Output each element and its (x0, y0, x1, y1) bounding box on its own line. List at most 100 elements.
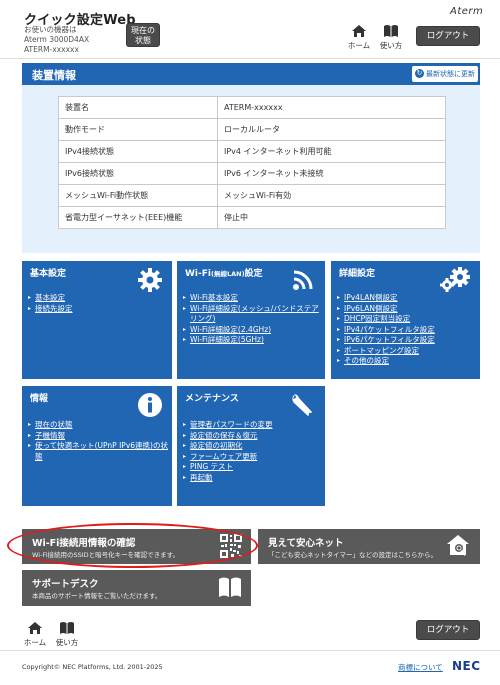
basic-settings-links: 基本設定 接続先設定 (28, 293, 73, 315)
refresh-icon: ↻ (415, 69, 424, 78)
status-button-line-1: 現在の (131, 26, 155, 35)
table-row: IPv6接続状態 IPv6 インターネット未接続 (58, 162, 446, 185)
link-ipv6-lan[interactable]: IPv6LAN側設定 (337, 304, 435, 315)
maintenance-tile: メンテナンス 管理者パスワードの変更 設定値の保存＆復元 設定値の初期化 ファー… (177, 386, 325, 506)
link-basic-settings[interactable]: 基本設定 (28, 293, 73, 304)
footer-home-button[interactable]: ホーム (20, 621, 50, 648)
row-value: 停止中 (217, 206, 446, 229)
current-status-button[interactable]: 現在の 状態 (126, 23, 160, 47)
safe-net-tile[interactable]: 見えて安心ネット 「こども安心ネットタイマー」などの設定はこちらから。 (258, 529, 480, 564)
support-desk-tile[interactable]: サポートデスク 本商品のサポート情報をご覧いただけます。 (22, 570, 251, 606)
link-upnp-status[interactable]: 使って快適ネット(UPnP IPv6連携)の状態 (28, 441, 169, 462)
table-row: メッシュWi-Fi動作状態 メッシュWi-Fi有効 (58, 184, 446, 207)
link-ping-test[interactable]: PING テスト (183, 462, 273, 473)
table-row: 省電力型イーサネット(EEE)機能 停止中 (58, 206, 446, 229)
row-key: メッシュWi-Fi動作状態 (58, 184, 218, 207)
footer-divider (0, 650, 500, 651)
link-reboot[interactable]: 再起動 (183, 473, 273, 484)
table-row: 装置名 ATERM-xxxxxx (58, 96, 446, 119)
house-search-icon (446, 533, 472, 562)
safe-net-subtitle: 「こども安心ネットタイマー」などの設定はこちらから。 (268, 551, 437, 559)
row-key: 装置名 (58, 96, 218, 119)
link-wifi-basic[interactable]: Wi-Fi基本設定 (183, 293, 322, 304)
link-client-info[interactable]: 子機情報 (28, 431, 169, 442)
link-firmware-update[interactable]: ファームウェア更新 (183, 452, 273, 463)
aterm-logo: Aterm (450, 6, 484, 17)
refresh-label: 最新状態に更新 (426, 70, 475, 78)
advanced-settings-links: IPv4LAN側設定 IPv6LAN側設定 DHCP固定割当設定 IPv4パケッ… (337, 293, 435, 367)
wifi-title-suffix: 設定 (244, 269, 263, 279)
home-icon (352, 25, 366, 37)
link-admin-password[interactable]: 管理者パスワードの変更 (183, 420, 272, 431)
wifi-title-main: Wi-Fi (185, 269, 211, 279)
basic-settings-title: 基本設定 (30, 269, 67, 279)
trademark-link[interactable]: 商標について (398, 662, 443, 673)
help-label: 使い方 (379, 41, 403, 50)
status-button-line-2: 状態 (135, 36, 151, 45)
gears-icon (439, 267, 471, 296)
link-ipv4-filter[interactable]: IPv4パケットフィルタ設定 (337, 325, 435, 336)
row-value: メッシュWi-Fi有効 (217, 184, 446, 207)
home-button[interactable]: ホーム (344, 24, 374, 51)
link-ipv6-filter[interactable]: IPv6パケットフィルタ設定 (337, 335, 435, 346)
home-label: ホーム (347, 41, 371, 50)
book-icon (384, 25, 398, 37)
model-line-3: ATERM-xxxxxx (24, 45, 79, 54)
info-title: 情報 (30, 394, 49, 404)
row-key: 省電力型イーサネット(EEE)機能 (58, 206, 218, 229)
row-value: ローカルルータ (217, 118, 446, 141)
link-wifi-24ghz[interactable]: Wi-Fi詳細設定(2.4GHz) (183, 325, 322, 336)
device-info-table: 装置名 ATERM-xxxxxx 動作モード ローカルルータ IPv4接続状態 IPv… (58, 96, 446, 229)
table-row: IPv4接続状態 IPv4 インターネット利用可能 (58, 140, 446, 163)
device-info-panel: 装置情報 ↻ 最新状態に更新 装置名 ATERM-xxxxxx 動作モード ローカル… (22, 63, 480, 253)
link-save-restore[interactable]: 設定値の保存＆復元 (183, 431, 273, 442)
wifi-title-small: (無線LAN) (210, 270, 245, 278)
footer-help-label: 使い方 (55, 638, 79, 647)
link-wifi-mesh[interactable]: Wi-Fi詳細設定(メッシュ/バンドステアリング) (183, 304, 322, 325)
footer-home-label: ホーム (23, 638, 47, 647)
book-icon (217, 574, 243, 603)
info-icon (137, 392, 163, 421)
nec-logo: NEC (452, 659, 481, 673)
advanced-settings-tile: 詳細設定 IPv4LAN側設定 IPv6LAN側設定 DHCP固定割当設定 IP… (331, 261, 480, 379)
table-row: 動作モード ローカルルータ (58, 118, 446, 141)
link-current-status[interactable]: 現在の状態 (28, 420, 169, 431)
footer-logout-button[interactable]: ログアウト (416, 620, 480, 640)
gear-icon (137, 267, 163, 296)
row-value: IPv6 インターネット未接続 (217, 162, 446, 185)
model-info: お使いの機器は Aterm 3000D4AX ATERM-xxxxxx (24, 25, 89, 55)
refresh-button[interactable]: ↻ 最新状態に更新 (412, 66, 478, 82)
link-ipv4-lan[interactable]: IPv4LAN側設定 (337, 293, 435, 304)
support-desk-subtitle: 本商品のサポート情報をご覧いただけます。 (32, 592, 162, 600)
safe-net-title: 見えて安心ネット (268, 538, 344, 549)
row-value: IPv4 インターネット利用可能 (217, 140, 446, 163)
help-button[interactable]: 使い方 (376, 24, 406, 51)
advanced-settings-title: 詳細設定 (339, 269, 376, 279)
footer-help-button[interactable]: 使い方 (52, 621, 82, 648)
row-key: 動作モード (58, 118, 218, 141)
support-desk-title: サポートデスク (32, 579, 99, 590)
wifi-settings-tile: Wi-Fi(無線LAN)設定 Wi-Fi基本設定 Wi-Fi詳細設定(メッシュ/… (177, 261, 325, 379)
device-info-bar: 装置情報 ↻ 最新状態に更新 (22, 63, 480, 85)
logout-button[interactable]: ログアウト (416, 26, 480, 46)
wifi-settings-links: Wi-Fi基本設定 Wi-Fi詳細設定(メッシュ/バンドステアリング) Wi-F… (183, 293, 322, 346)
basic-settings-tile: 基本設定 基本設定 接続先設定 (22, 261, 172, 379)
wrench-icon (290, 392, 316, 421)
wifi-icon (292, 267, 316, 294)
link-port-mapping[interactable]: ポートマッピング設定 (337, 346, 435, 357)
info-tile: 情報 現在の状態 子機情報 使って快適ネット(UPnP IPv6連携)の状態 (22, 386, 172, 506)
model-line-1: お使いの機器は (24, 25, 77, 34)
header: クイック設定Web お使いの機器は Aterm 3000D4AX ATERM-x… (0, 0, 500, 59)
maintenance-title: メンテナンス (185, 394, 239, 404)
link-wifi-5ghz[interactable]: Wi-Fi詳細設定(5GHz) (183, 335, 322, 346)
highlight-ellipse (7, 523, 258, 568)
book-icon (60, 622, 74, 634)
home-icon (28, 622, 42, 634)
row-key: IPv4接続状態 (58, 140, 218, 163)
link-connection-settings[interactable]: 接続先設定 (28, 304, 72, 315)
row-value: ATERM-xxxxxx (217, 96, 446, 119)
row-key: IPv6接続状態 (58, 162, 218, 185)
link-factory-reset[interactable]: 設定値の初期化 (183, 441, 273, 452)
link-dhcp-fixed[interactable]: DHCP固定割当設定 (337, 314, 435, 325)
link-other-settings[interactable]: その他の設定 (337, 356, 435, 367)
